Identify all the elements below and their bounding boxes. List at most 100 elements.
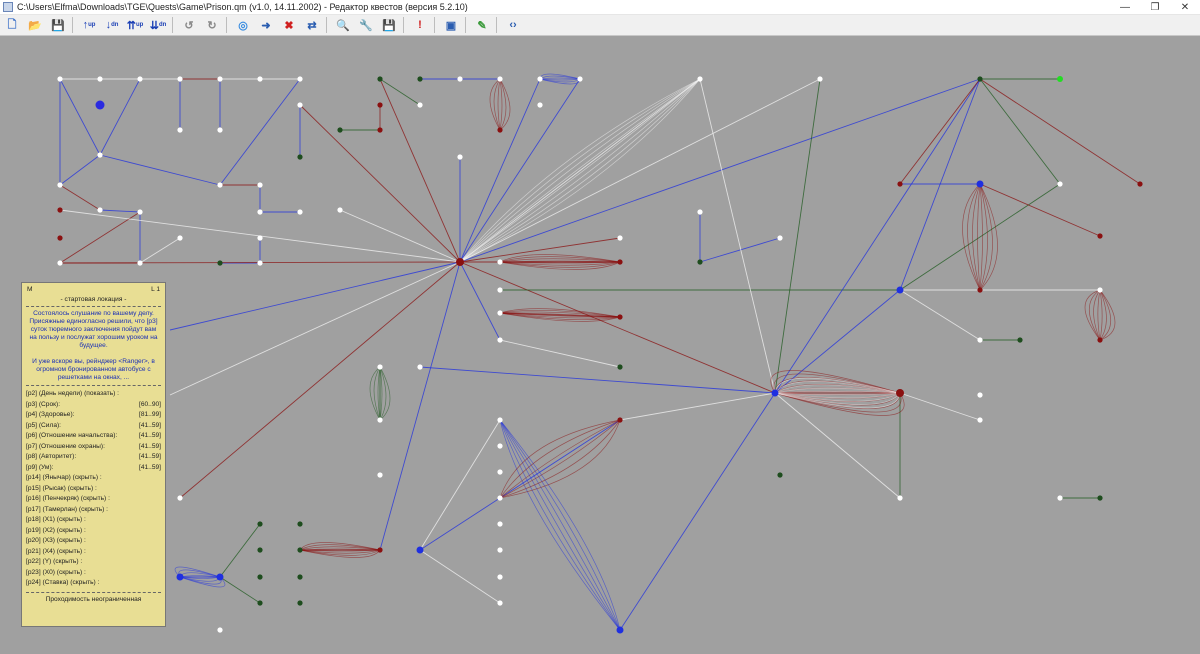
location-node[interactable] [377,417,383,423]
path-edge[interactable] [499,78,503,131]
location-node[interactable] [1097,337,1103,343]
path-edge[interactable] [459,78,541,263]
location-node[interactable] [377,102,383,108]
location-node[interactable] [257,209,263,215]
location-node[interactable] [977,76,983,82]
location-node[interactable] [897,181,903,187]
location-node[interactable] [497,76,503,82]
path-edge[interactable] [979,78,1141,185]
location-node[interactable] [497,469,503,475]
location-node[interactable] [97,76,103,82]
location-node[interactable] [697,259,703,265]
path-edge[interactable] [967,183,981,291]
path-edge[interactable] [899,392,981,421]
success-location-node[interactable] [1057,76,1063,82]
path-edge[interactable] [499,339,621,368]
path-edge[interactable] [899,289,981,341]
path-edge[interactable] [499,419,621,631]
path-edge[interactable] [979,78,1061,185]
location-node[interactable] [417,76,423,82]
location-node[interactable] [497,443,503,449]
path-edge[interactable] [99,154,221,186]
location-node[interactable] [977,417,983,423]
path-edge[interactable] [497,78,501,131]
path-edge[interactable] [59,184,101,211]
location-node[interactable] [977,287,983,293]
add-location-button[interactable]: ◎ [233,16,253,35]
search-button[interactable]: 🔍 [333,16,353,35]
location-node[interactable] [497,495,503,501]
location-node[interactable] [377,547,383,553]
location-node[interactable] [617,364,623,370]
location-node[interactable] [497,521,503,527]
location-node[interactable] [617,417,623,423]
path-edge[interactable] [499,419,621,631]
move-all-up-button[interactable]: ⇈ up [125,16,145,35]
path-edge[interactable] [774,289,901,394]
hub-location-node[interactable] [456,258,464,266]
location-node[interactable] [417,102,423,108]
add-path-button[interactable]: ➜ [256,16,276,35]
move-all-down-button[interactable]: ⇊ dn [148,16,168,35]
save-as-button[interactable]: 💾 [379,16,399,35]
location-node[interactable] [297,154,303,160]
hub-location-node[interactable] [976,180,984,188]
code-button[interactable]: ‹› [503,16,523,35]
location-node[interactable] [337,127,343,133]
path-edge[interactable] [979,183,1101,237]
location-node[interactable] [57,182,63,188]
location-node[interactable] [497,259,503,265]
new-file-button[interactable]: 🗋 [2,16,22,35]
location-node[interactable] [1057,495,1063,501]
location-node[interactable] [297,574,303,580]
location-node[interactable] [617,314,623,320]
undo-button[interactable]: ↺ [179,16,199,35]
hub-location-node[interactable] [771,389,779,397]
location-node[interactable] [497,600,503,606]
location-node[interactable] [257,182,263,188]
path-edge[interactable] [219,523,261,578]
move-up-button[interactable]: ↑ up [79,16,99,35]
hub-location-node[interactable] [896,389,904,397]
hub-location-node[interactable] [416,546,424,554]
location-node[interactable] [417,364,423,370]
path-edge[interactable] [419,549,501,604]
path-edge[interactable] [979,183,993,291]
location-node[interactable] [257,235,263,241]
path-edge[interactable] [774,78,821,394]
link-button[interactable]: ⇄ [302,16,322,35]
path-edge[interactable] [369,366,381,421]
location-node[interactable] [497,547,503,553]
location-node[interactable] [257,521,263,527]
location-node[interactable] [977,337,983,343]
location-node[interactable] [57,235,63,241]
redo-button[interactable]: ↻ [202,16,222,35]
path-edge[interactable] [499,419,621,631]
location-node[interactable] [1057,181,1063,187]
location-node[interactable] [457,154,463,160]
path-edge[interactable] [899,78,981,291]
location-node[interactable] [1137,181,1143,187]
location-node[interactable] [697,76,703,82]
path-edge[interactable] [1097,289,1101,341]
location-node[interactable] [497,337,503,343]
location-node[interactable] [297,102,303,108]
location-node[interactable] [617,235,623,241]
hub-location-node[interactable] [176,573,184,581]
location-node[interactable] [137,76,143,82]
location-node[interactable] [697,209,703,215]
location-node[interactable] [497,310,503,316]
location-node[interactable] [137,260,143,266]
save-button[interactable]: 💾 [48,16,68,35]
location-node[interactable] [537,76,543,82]
move-down-button[interactable]: ↓ dn [102,16,122,35]
path-edge[interactable] [619,392,776,631]
path-edge[interactable] [169,261,461,331]
location-node[interactable] [217,182,223,188]
location-node[interactable] [497,417,503,423]
path-edge[interactable] [774,392,901,499]
location-node[interactable] [97,152,103,158]
location-node[interactable] [257,76,263,82]
location-node[interactable] [377,76,383,82]
path-edge[interactable] [499,419,621,631]
